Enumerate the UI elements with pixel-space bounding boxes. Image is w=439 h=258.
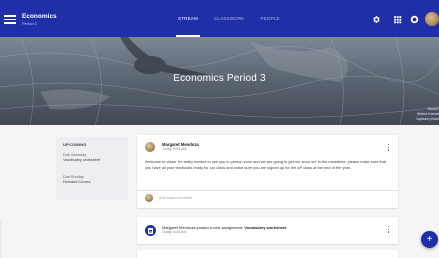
assignment-card[interactable]: Margaret Mendoza posted a new assignment…	[137, 217, 398, 244]
stream-card	[137, 250, 398, 258]
tab-people[interactable]: PEOPLE	[253, 0, 288, 37]
user-avatar[interactable]	[425, 12, 439, 26]
announcement-card: Margaret Mendoza Today, 8:45 AM Welcome …	[137, 135, 398, 208]
upcoming-item[interactable]: Due Sunday Demand Curves	[63, 175, 121, 185]
upload-photo-link[interactable]: Upload photo	[399, 117, 439, 122]
class-title[interactable]: Economics Period 3	[22, 13, 57, 26]
edge-strip	[0, 220, 2, 258]
avatar	[145, 194, 153, 202]
more-options-icon[interactable]	[387, 226, 390, 235]
upcoming-panel: UPCOMING Due Saturday Vocabulary workshe…	[56, 137, 128, 200]
tab-stream[interactable]: STREAM	[170, 0, 206, 37]
upcoming-item[interactable]: Due Saturday Vocabulary worksheet	[63, 153, 121, 163]
upcoming-title: UPCOMING	[63, 142, 87, 147]
divider	[137, 190, 398, 191]
class-banner: Economics Period 3 Stuck? Select theme U…	[0, 37, 439, 125]
menu-icon[interactable]	[4, 13, 16, 25]
assignment-icon	[145, 225, 156, 236]
assignment-title: Vocabulary worksheet	[244, 225, 287, 230]
upcoming-item-name: Vocabulary worksheet	[63, 158, 101, 162]
class-comment-input[interactable]: Add class comment	[159, 196, 192, 200]
post-body: Welcome to class! I'm really excited to …	[145, 159, 386, 171]
gear-icon[interactable]	[372, 15, 381, 24]
tab-classwork[interactable]: CLASSWORK	[206, 0, 253, 37]
apps-icon[interactable]	[393, 15, 402, 24]
class-name: Economics	[22, 13, 57, 20]
tab-bar: STREAM CLASSWORK PEOPLE	[170, 0, 288, 37]
more-options-icon[interactable]	[387, 144, 390, 153]
add-button[interactable]: +	[421, 231, 438, 248]
assignment-timestamp: Today, 8:45 AM	[162, 230, 187, 234]
top-app-bar: Economics Period 3 STREAM CLASSWORK PEOP…	[0, 0, 439, 37]
post-timestamp: Today, 8:45 AM	[162, 147, 187, 151]
banner-side-text: Stuck? Select theme Upload photo	[399, 107, 439, 122]
class-banner-title: Economics Period 3	[173, 73, 266, 84]
avatar	[145, 142, 155, 152]
upcoming-item-name: Demand Curves	[63, 180, 91, 184]
account-icon[interactable]	[410, 15, 419, 24]
class-period: Period 3	[22, 21, 37, 26]
